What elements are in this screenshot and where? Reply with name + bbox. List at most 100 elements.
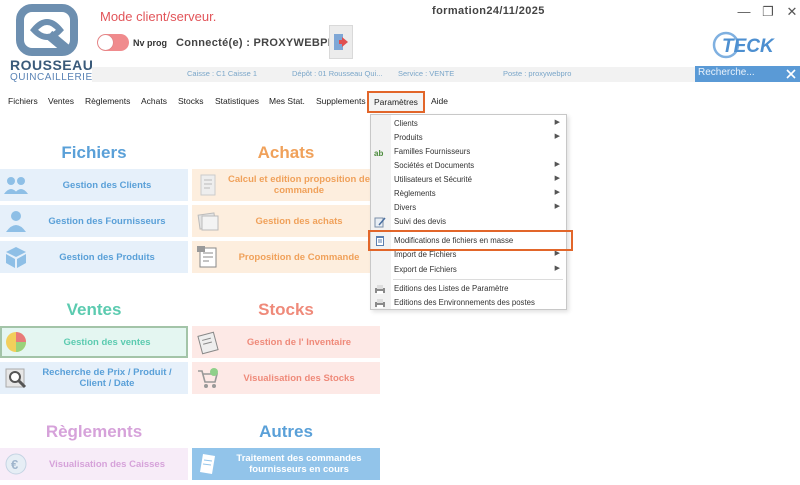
submenu-arrow-icon: ▶ — [554, 189, 560, 196]
menu-achats[interactable]: Achats — [141, 96, 167, 106]
tile-label: Calcul et edition proposition de command… — [228, 174, 370, 196]
menu-statistiques[interactable]: Statistiques — [215, 96, 259, 106]
logout-icon — [334, 34, 348, 50]
section-reglements: Règlements — [45, 422, 143, 441]
nv-prog-toggle[interactable] — [97, 34, 129, 51]
dd-item-familles-fournisseurs[interactable]: ab Familles Fournisseurs — [371, 145, 566, 159]
dd-label: Règlements — [394, 189, 436, 198]
menu-mes-stat[interactable]: Mes Stat. — [269, 96, 305, 106]
dd-label: Clients — [394, 119, 418, 128]
menu-supplements[interactable]: Supplements — [316, 96, 366, 106]
section-autres: Autres — [259, 422, 313, 441]
app-window: ROUSSEAU QUINCAILLERIE Mode client/serve… — [0, 0, 800, 485]
section-ventes: Ventes — [66, 300, 122, 319]
menu-parametres[interactable]: Paramètres — [367, 91, 425, 113]
euro-coin-icon: € — [5, 453, 27, 475]
section-achats: Achats — [257, 143, 315, 162]
tile-label: Proposition de Commande — [238, 251, 360, 263]
poste-info: Poste : proxywebpro — [503, 69, 572, 78]
person-icon — [6, 211, 26, 232]
search-box[interactable]: Recherche... — [695, 66, 800, 82]
dd-item-divers[interactable]: Divers ▶ — [371, 201, 566, 215]
tile-label: Visualisation des Caisses — [49, 458, 165, 470]
papers-icon — [197, 212, 219, 231]
logo-subtitle: QUINCAILLERIE — [10, 72, 93, 83]
highlight-box — [368, 230, 573, 251]
dd-item-editions-listes[interactable]: Editions des Listes de Paramètre — [371, 282, 566, 296]
menu-aide[interactable]: Aide — [431, 96, 448, 106]
mode-label: Mode client/serveur. — [100, 9, 217, 24]
tile-label: Visualisation des Stocks — [243, 372, 355, 384]
toggle-knob — [98, 35, 113, 50]
tile-gestion-achats[interactable]: Gestion des achats — [192, 205, 380, 237]
tile-label: Traitement des commandes fournisseurs en… — [236, 453, 362, 475]
caisse-info: Caisse : C1 Caisse 1 — [187, 69, 258, 78]
toggle-label: Nv prog — [133, 38, 168, 48]
magnifier-icon — [5, 368, 27, 389]
dd-item-produits[interactable]: Produits ▶ — [371, 131, 566, 145]
dd-label: Utilisateurs et Sécurité — [394, 175, 472, 184]
dropdown-separator — [393, 279, 563, 280]
document-icon — [200, 174, 216, 196]
dd-label: Export de Fichiers — [394, 265, 457, 274]
dd-item-utilisateurs[interactable]: Utilisateurs et Sécurité ▶ — [371, 173, 566, 187]
dd-item-editions-environnements[interactable]: Editions des Environnements des postes — [371, 296, 566, 310]
submenu-arrow-icon: ▶ — [554, 203, 560, 210]
dd-item-suivi-devis[interactable]: Suivi des devis — [371, 215, 566, 229]
dd-label: Familles Fournisseurs — [394, 147, 471, 156]
svg-text:€: € — [11, 457, 18, 472]
menu-fichiers[interactable]: Fichiers — [8, 96, 38, 106]
note-icon — [200, 454, 215, 474]
dd-label: Editions des Environnements des postes — [394, 298, 535, 307]
restore-button[interactable]: ❐ — [760, 4, 776, 20]
tile-gestion-ventes[interactable]: Gestion des ventes — [0, 326, 188, 358]
logo-mark-icon — [16, 4, 78, 56]
submenu-arrow-icon: ▶ — [554, 133, 560, 140]
dd-label: Produits — [394, 133, 423, 142]
dd-item-export[interactable]: Export de Fichiers ▶ — [371, 263, 566, 277]
tile-gestion-inventaire[interactable]: Gestion de l' Inventaire — [192, 326, 380, 358]
submenu-arrow-icon: ▶ — [554, 265, 560, 272]
tile-gestion-produits[interactable]: Gestion des Produits — [0, 241, 188, 273]
parametres-dropdown: Clients ▶ Produits ▶ ab Familles Fournis… — [370, 114, 567, 310]
printer-icon — [375, 299, 385, 308]
menu-stocks[interactable]: Stocks — [178, 96, 204, 106]
dd-label: Import de Fichiers — [394, 250, 457, 259]
section-fichiers: Fichiers — [61, 143, 127, 162]
connected-user: Connecté(e) : PROXYWEBPRO — [176, 37, 345, 49]
tile-proposition-commande[interactable]: Proposition de Commande — [192, 241, 380, 273]
tile-traitement-commandes[interactable]: Traitement des commandes fournisseurs en… — [192, 448, 380, 480]
tile-calcul-commande[interactable]: Calcul et edition proposition de command… — [192, 169, 380, 201]
close-search-icon[interactable] — [785, 68, 797, 80]
dd-item-reglements[interactable]: Règlements ▶ — [371, 187, 566, 201]
brand-text: TECK — [722, 36, 775, 57]
depot-info: Dépôt : 01 Rousseau Qui... — [292, 69, 383, 78]
menu-reglements[interactable]: Règlements — [85, 96, 130, 106]
dd-item-clients[interactable]: Clients ▶ — [371, 117, 566, 131]
minimize-button[interactable]: — — [736, 4, 752, 19]
tile-visualisation-caisses[interactable]: € Visualisation des Caisses — [0, 448, 188, 480]
dd-item-societes[interactable]: Sociétés et Documents ▶ — [371, 159, 566, 173]
tile-label: Recherche de Prix / Produit / Client / D… — [42, 367, 172, 389]
tile-label: Gestion des achats — [255, 215, 343, 227]
logout-button[interactable] — [329, 25, 353, 59]
info-bar: Caisse : C1 Caisse 1 Dépôt : 01 Rousseau… — [92, 67, 800, 82]
tile-visualisation-stocks[interactable]: Visualisation des Stocks — [192, 362, 380, 394]
service-info: Service : VENTE — [398, 69, 455, 78]
tile-gestion-clients[interactable]: Gestion des Clients — [0, 169, 188, 201]
tile-recherche-prix[interactable]: Recherche de Prix / Produit / Client / D… — [0, 362, 188, 394]
search-placeholder[interactable]: Recherche... — [698, 67, 755, 78]
window-title: formation24/11/2025 — [432, 5, 545, 17]
submenu-arrow-icon: ▶ — [554, 119, 560, 126]
dd-label: Editions des Listes de Paramètre — [394, 284, 509, 293]
close-button[interactable]: ✕ — [784, 4, 800, 20]
dd-label: Divers — [394, 203, 417, 212]
menu-bar: Fichiers Ventes Règlements Achats Stocks… — [0, 88, 800, 113]
tile-label: Gestion des Fournisseurs — [48, 215, 166, 227]
menu-ventes[interactable]: Ventes — [48, 96, 74, 106]
users-icon — [4, 177, 28, 194]
abc-icon: ab — [374, 149, 383, 158]
section-stocks: Stocks — [258, 300, 314, 319]
dd-label: Sociétés et Documents — [394, 161, 475, 170]
tile-gestion-fournisseurs[interactable]: Gestion des Fournisseurs — [0, 205, 188, 237]
